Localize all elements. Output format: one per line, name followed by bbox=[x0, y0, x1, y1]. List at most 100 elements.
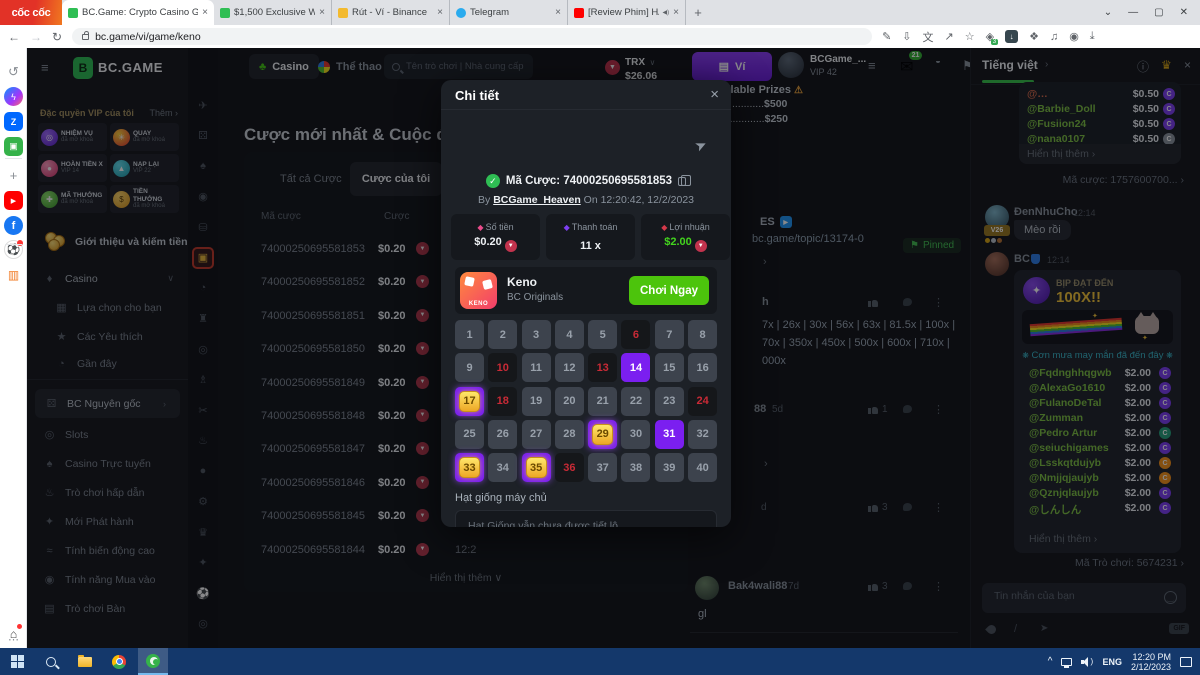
like-icon[interactable] bbox=[868, 582, 878, 591]
chrome-icon[interactable] bbox=[104, 648, 134, 675]
keno-cell[interactable]: 14 bbox=[621, 353, 650, 382]
forward-button[interactable]: → bbox=[30, 30, 42, 44]
trophy-icon[interactable]: ♛ bbox=[1161, 58, 1172, 72]
like-icon[interactable] bbox=[868, 503, 878, 512]
keno-cell[interactable]: 35 bbox=[522, 453, 551, 482]
rail-category-icon[interactable]: ⚽ bbox=[192, 582, 214, 604]
keyboard-language[interactable]: ENG bbox=[1102, 657, 1122, 667]
keno-cell[interactable]: 21 bbox=[588, 387, 617, 416]
sidebar-menu-item[interactable]: ≈ Tính biến động cao bbox=[27, 536, 188, 565]
download-extension-icon[interactable]: ↓ bbox=[1005, 30, 1018, 43]
more-options-icon[interactable]: ⋮ bbox=[933, 580, 944, 593]
more-options-icon[interactable]: ⋮ bbox=[933, 296, 944, 309]
command-icon[interactable]: / bbox=[1014, 623, 1017, 635]
edge-icon[interactable]: ⚽ bbox=[4, 240, 23, 259]
winner-username[interactable]: @Fqdnghhqgwb bbox=[1029, 367, 1112, 379]
play-now-button[interactable]: Chơi Ngay bbox=[629, 276, 709, 305]
winner-username[interactable]: @… bbox=[1027, 88, 1048, 100]
topic-link[interactable]: bc.game/topic/13174-0 bbox=[752, 233, 864, 245]
keno-cell[interactable]: 40 bbox=[688, 453, 717, 482]
network-icon[interactable] bbox=[1061, 658, 1072, 666]
chat-input[interactable] bbox=[994, 590, 1154, 602]
keno-cell[interactable]: 24 bbox=[688, 387, 717, 416]
rail-category-icon[interactable]: ✈ bbox=[192, 94, 214, 116]
keno-cell[interactable]: 10 bbox=[488, 353, 517, 382]
like-icon[interactable] bbox=[868, 298, 878, 307]
translate-icon[interactable]: 文 bbox=[923, 29, 934, 45]
info-icon[interactable]: ⓘ bbox=[1137, 58, 1149, 75]
rail-category-icon[interactable]: ◎ bbox=[192, 613, 214, 635]
winner-username[interactable]: @Pedro Artur bbox=[1029, 427, 1097, 439]
edge-icon[interactable]: f bbox=[4, 216, 23, 235]
rail-category-icon[interactable]: ♗ bbox=[192, 369, 214, 391]
browser-tab[interactable]: BC.Game: Crypto Casino Gam × bbox=[62, 0, 214, 25]
verified-icon[interactable]: ✓ bbox=[486, 174, 500, 188]
copy-icon[interactable] bbox=[678, 177, 686, 186]
edge-icon[interactable]: ϟ bbox=[4, 87, 23, 106]
game-id-link[interactable]: Mã Trò chơi: 5674231 › bbox=[1075, 557, 1184, 569]
edge-icon[interactable]: ⋯ bbox=[4, 630, 23, 649]
tab-my-bets[interactable]: Cược của tôi bbox=[350, 162, 442, 196]
rail-category-icon[interactable]: ▣ bbox=[192, 247, 214, 269]
bcgame-logo-text[interactable]: BC.GAME bbox=[98, 60, 163, 75]
chat-input-box[interactable]: ‿ bbox=[982, 583, 1186, 613]
sidebar-menu-item[interactable]: ▦ Lựa chọn cho bạn bbox=[27, 293, 188, 322]
rail-category-icon[interactable]: ◉ bbox=[192, 186, 214, 208]
keno-cell[interactable]: 23 bbox=[655, 387, 684, 416]
sidebar-menu-item[interactable]: ◔ Gần đây bbox=[27, 351, 188, 380]
coccoc-logo[interactable]: cốc cốc bbox=[0, 0, 62, 25]
game-name[interactable]: Keno bbox=[507, 275, 537, 289]
sidebar-menu-item[interactable]: ♦ Casino ∨ bbox=[27, 264, 188, 293]
keno-cell[interactable]: 9 bbox=[455, 353, 484, 382]
keno-cell[interactable]: 25 bbox=[455, 420, 484, 449]
edge-icon[interactable]: ↺ bbox=[4, 62, 23, 81]
coccoc-taskbar-icon[interactable] bbox=[138, 648, 168, 675]
url-field[interactable]: bc.game/vi/game/keno bbox=[72, 28, 872, 45]
maximize-button[interactable]: ▢ bbox=[1154, 7, 1163, 18]
show-more-button[interactable]: Hiển thị thêm ∨ bbox=[244, 572, 688, 584]
more-options-icon[interactable]: ⋮ bbox=[933, 403, 944, 416]
keno-cell[interactable]: 30 bbox=[621, 420, 650, 449]
winner-username[interactable]: @Qznjqlaujyb bbox=[1029, 487, 1099, 499]
sidebar-menu-item[interactable]: ✦ Mới Phát hành bbox=[27, 507, 188, 536]
browser-tab[interactable]: [Review Phim] HÀO QUA ◀) × bbox=[568, 0, 686, 25]
winner-username[interactable]: @AlexaGo1610 bbox=[1029, 382, 1105, 394]
edge-icon[interactable]: + bbox=[4, 166, 23, 185]
show-more-button[interactable]: Hiển thị thêm › bbox=[1019, 144, 1181, 164]
rain-icon[interactable] bbox=[985, 623, 998, 636]
tab-close-icon[interactable]: × bbox=[319, 7, 325, 18]
rail-category-icon[interactable]: ♜ bbox=[192, 308, 214, 330]
rules-link[interactable]: ES▶ bbox=[760, 216, 792, 228]
keno-cell[interactable]: 18 bbox=[488, 387, 517, 416]
media-icon[interactable]: ♫ bbox=[1050, 31, 1058, 43]
vip-card[interactable]: ▲ NẠP LẠIVIP 22 bbox=[110, 154, 179, 182]
winner-username[interactable]: @Lsskqtdujyb bbox=[1029, 457, 1101, 469]
tab-close-icon[interactable]: × bbox=[673, 7, 679, 18]
sidebar-menu-item[interactable]: ◎ Slots bbox=[27, 420, 188, 449]
keno-cell[interactable]: 29 bbox=[588, 420, 617, 449]
keno-cell[interactable]: 5 bbox=[588, 320, 617, 349]
rail-category-icon[interactable]: ◎ bbox=[192, 338, 214, 360]
keno-cell[interactable]: 11 bbox=[522, 353, 551, 382]
taskbar-search-icon[interactable] bbox=[36, 648, 66, 675]
winner-username[interactable]: @Barbie_Doll bbox=[1027, 103, 1096, 115]
keno-cell[interactable]: 34 bbox=[488, 453, 517, 482]
keno-cell[interactable]: 6 bbox=[621, 320, 650, 349]
table-row[interactable]: 74000250695581844 $0.20 ▼ 12:2 bbox=[244, 535, 688, 568]
winner-username[interactable]: @Fusiion24 bbox=[1027, 118, 1086, 130]
volume-icon[interactable]: ) bbox=[1081, 657, 1093, 667]
keno-cell[interactable]: 27 bbox=[522, 420, 551, 449]
vip-card[interactable]: ✳ QUAYđã mở khoá bbox=[110, 123, 179, 151]
minimize-button[interactable]: — bbox=[1128, 7, 1138, 18]
keno-cell[interactable]: 36 bbox=[555, 453, 584, 482]
file-explorer-icon[interactable] bbox=[70, 648, 100, 675]
keno-cell[interactable]: 22 bbox=[621, 387, 650, 416]
comment-icon[interactable] bbox=[903, 503, 912, 511]
keno-cell[interactable]: 31 bbox=[655, 420, 684, 449]
comment-icon[interactable] bbox=[903, 405, 912, 413]
browser-tab[interactable]: Telegram × bbox=[450, 0, 568, 25]
winner-username[interactable]: @Zumman bbox=[1029, 412, 1083, 424]
rail-category-icon[interactable]: ✂ bbox=[192, 399, 214, 421]
rocket-icon[interactable]: ➤ bbox=[1040, 623, 1048, 634]
keno-cell[interactable]: 17 bbox=[455, 387, 484, 416]
